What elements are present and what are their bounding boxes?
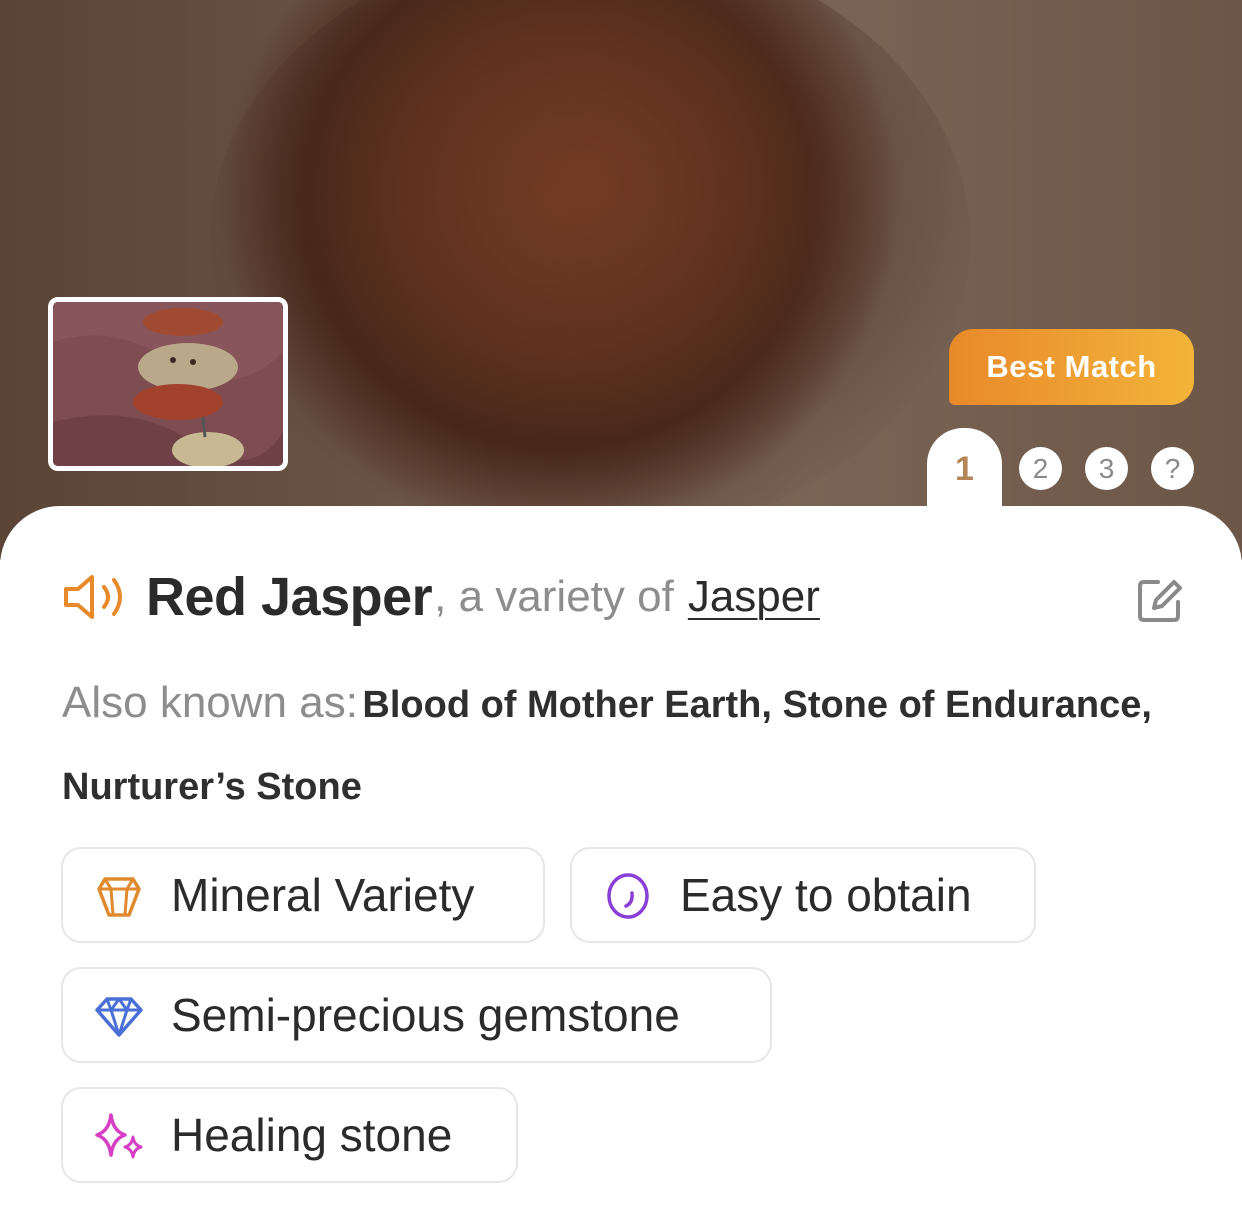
sparkles-icon: [95, 1113, 143, 1159]
variety-text: , a variety of: [434, 572, 674, 621]
tag-mineral-variety[interactable]: Mineral Variety: [61, 847, 545, 943]
edit-icon[interactable]: [1134, 574, 1186, 626]
crystal-icon: [97, 877, 141, 917]
stone-photo: [210, 0, 970, 540]
tag-label: Mineral Variety: [171, 869, 475, 921]
tag-label: Semi-precious gemstone: [171, 989, 680, 1041]
parent-mineral-link[interactable]: Jasper: [688, 572, 820, 622]
diamond-icon: [95, 997, 143, 1037]
tag-semi-precious-gemstone[interactable]: Semi-precious gemstone: [61, 967, 772, 1063]
user-photo-thumbnail[interactable]: [48, 297, 288, 471]
best-match-badge: Best Match: [949, 329, 1194, 405]
also-known-as: Also known as: Blood of Mother Earth, St…: [62, 666, 1182, 832]
tag-label: Healing stone: [171, 1109, 453, 1161]
tag-easy-to-obtain[interactable]: Easy to obtain: [570, 847, 1036, 943]
tag-label: Easy to obtain: [680, 869, 972, 921]
speaker-icon[interactable]: [62, 572, 128, 622]
result-tab-unknown[interactable]: ?: [1151, 447, 1194, 490]
specimen-name: Red Jasper: [146, 567, 433, 627]
title-row: Red Jasper , a variety of Jasper: [62, 562, 820, 632]
result-tab-3[interactable]: 3: [1085, 447, 1128, 490]
result-tab-2[interactable]: 2: [1019, 447, 1062, 490]
result-tab-1[interactable]: 1: [927, 442, 1002, 497]
also-known-label: Also known as:: [62, 678, 358, 727]
egg-icon: [607, 873, 649, 919]
tag-healing-stone[interactable]: Healing stone: [61, 1087, 518, 1183]
